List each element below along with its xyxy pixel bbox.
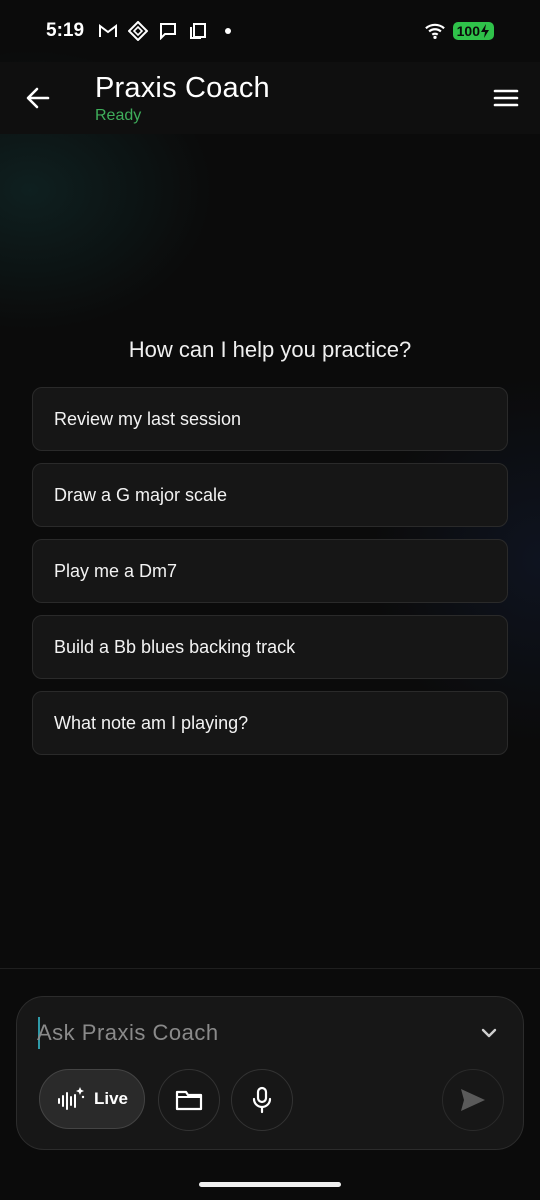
- connection-status: Ready: [95, 107, 142, 124]
- folder-icon: [175, 1090, 203, 1111]
- attach-file-button[interactable]: [158, 1069, 220, 1131]
- chat-icon: [158, 21, 178, 41]
- page-title: Praxis Coach: [95, 72, 270, 104]
- live-mode-button[interactable]: Live: [39, 1069, 145, 1129]
- battery-indicator: 100: [452, 22, 494, 40]
- suggestion-label: Play me a Dm7: [54, 560, 178, 581]
- status-time: 5:19: [46, 20, 85, 41]
- audio-sparkle-icon: [57, 1087, 85, 1110]
- suggestion-label: What note am I playing?: [54, 712, 249, 733]
- back-button[interactable]: [22, 82, 54, 114]
- send-button[interactable]: [442, 1069, 504, 1131]
- charging-icon: [481, 24, 489, 38]
- suggestion-label: Draw a G major scale: [54, 484, 228, 505]
- message-input[interactable]: [37, 1015, 457, 1051]
- suggestion-bb-blues-backing-track[interactable]: Build a Bb blues backing track: [32, 615, 508, 679]
- hamburger-menu-icon: [493, 89, 519, 107]
- suggestion-list: Review my last session Draw a G major sc…: [32, 387, 508, 767]
- app-diamond-icon: [128, 21, 149, 41]
- app-screen: 5:19 100 Praxis Coach Ready How can I he…: [0, 0, 540, 1200]
- composer-divider: [0, 968, 540, 969]
- gmail-icon: [98, 21, 118, 41]
- suggestion-review-last-session[interactable]: Review my last session: [32, 387, 508, 451]
- suggestion-what-note-am-i-playing[interactable]: What note am I playing?: [32, 691, 508, 755]
- live-mode-label: Live: [93, 1089, 129, 1108]
- suggestion-play-dm7[interactable]: Play me a Dm7: [32, 539, 508, 603]
- collapse-button[interactable]: [477, 1021, 501, 1045]
- dot-icon: [218, 21, 238, 41]
- chevron-down-icon: [481, 1028, 497, 1038]
- suggestion-label: Build a Bb blues backing track: [54, 636, 296, 657]
- voice-input-button[interactable]: [231, 1069, 293, 1131]
- status-bar: 5:19 100: [0, 0, 540, 62]
- suggestion-draw-g-major-scale[interactable]: Draw a G major scale: [32, 463, 508, 527]
- prompt-heading: How can I help you practice?: [128, 337, 412, 362]
- microphone-icon: [252, 1086, 272, 1114]
- wifi-icon: [424, 21, 445, 41]
- send-icon: [461, 1089, 485, 1111]
- battery-level: 100: [456, 23, 480, 39]
- home-indicator[interactable]: [199, 1182, 341, 1187]
- menu-button[interactable]: [490, 82, 522, 114]
- app-header: Praxis Coach Ready: [0, 62, 540, 134]
- copy-icon: [188, 21, 208, 41]
- arrow-left-icon: [26, 87, 50, 109]
- suggestion-label: Review my last session: [54, 408, 242, 429]
- message-composer: Live: [16, 996, 524, 1150]
